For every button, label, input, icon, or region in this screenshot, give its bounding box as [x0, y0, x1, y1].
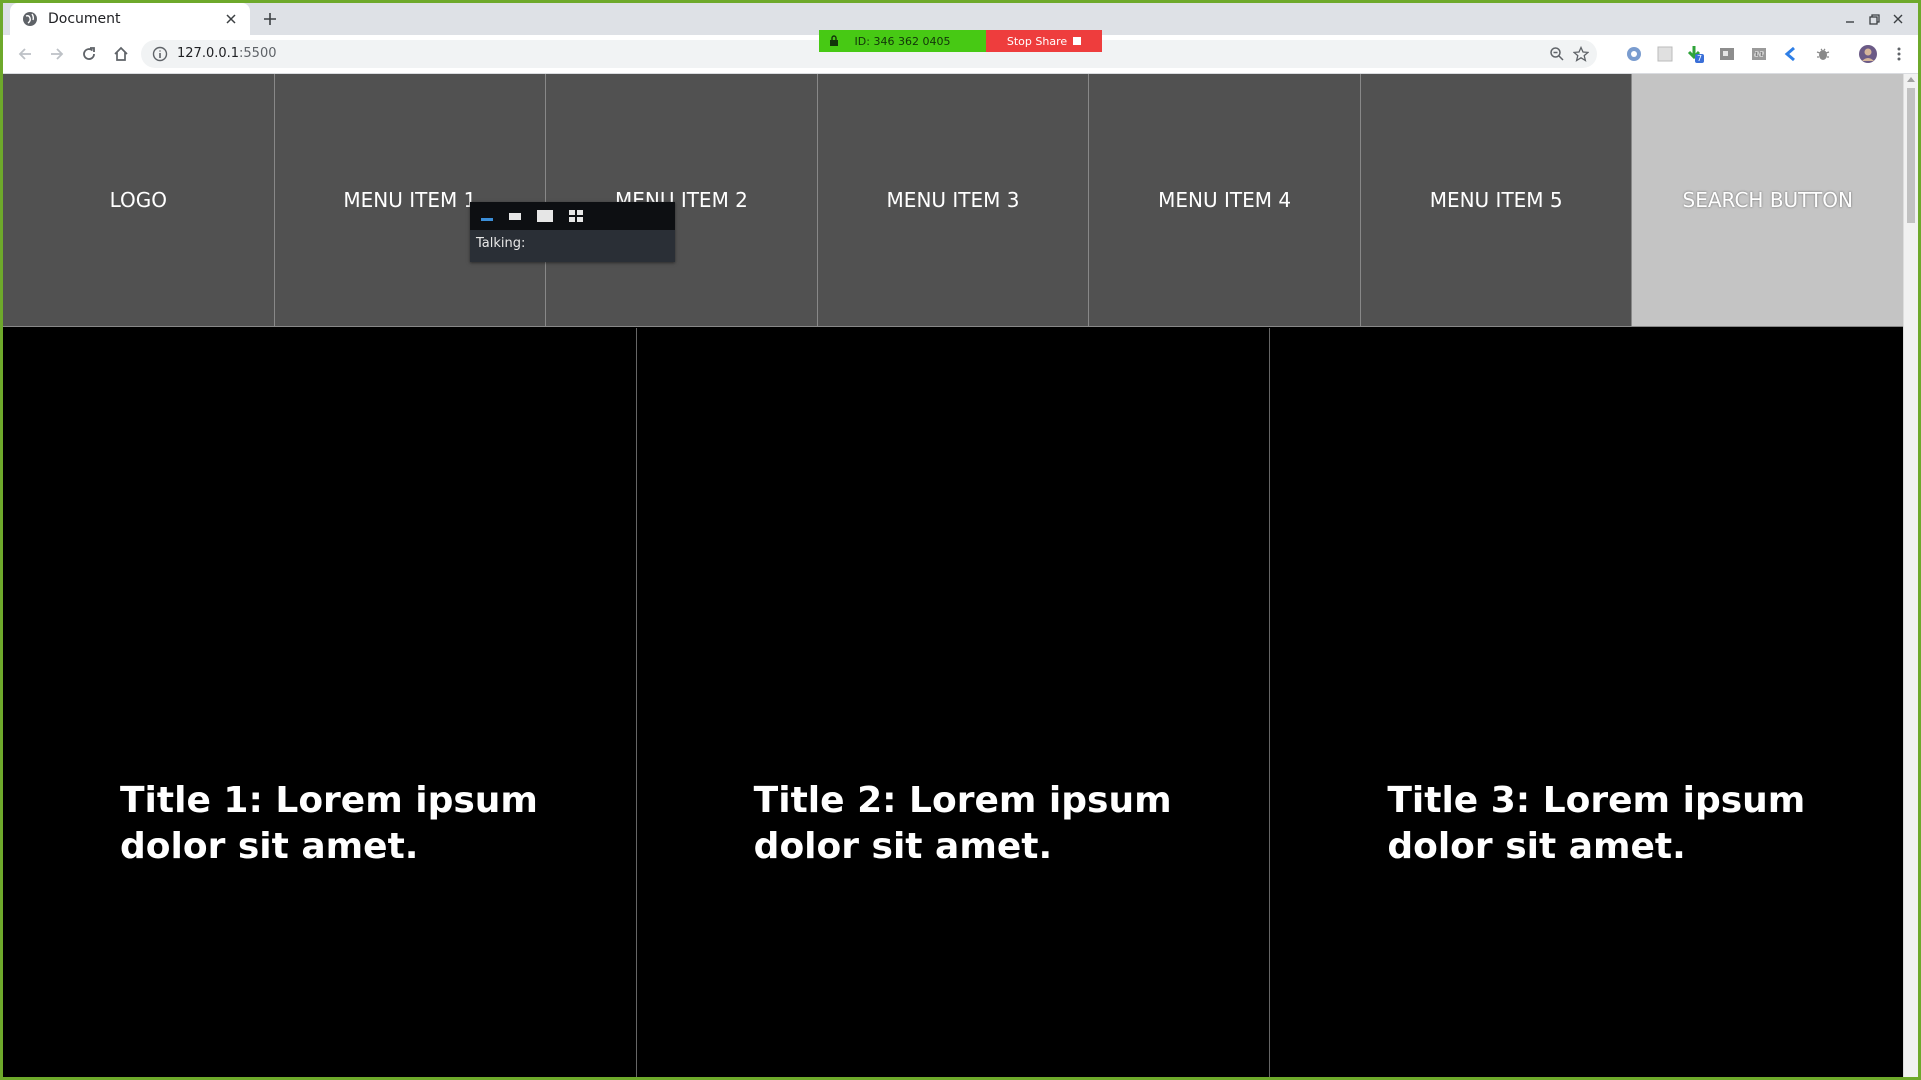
more-menu-icon[interactable]: [1889, 44, 1909, 64]
url-port: :5500: [239, 46, 277, 61]
minimize-view-icon[interactable]: [480, 210, 494, 222]
back-arrow-icon[interactable]: [13, 42, 37, 66]
share-id-label: ID: 346 362 0405: [854, 34, 951, 48]
grid-view-icon[interactable]: [568, 209, 584, 223]
minimize-icon[interactable]: [1838, 8, 1862, 30]
vertical-scrollbar[interactable]: [1903, 74, 1918, 1077]
menu-item-4[interactable]: MENU ITEM 4: [1089, 74, 1361, 327]
reload-icon[interactable]: [77, 42, 101, 66]
logo[interactable]: LOGO: [3, 74, 275, 327]
globe-icon: [23, 12, 37, 26]
lock-icon: [830, 35, 838, 46]
menu-item-1[interactable]: MENU ITEM 1: [274, 74, 547, 327]
card-title-1: Title 1: Lorem ipsum dolor sit amet.: [120, 780, 538, 867]
card-2: Title 2: Lorem ipsum dolor sit amet.: [636, 328, 1271, 1077]
extension-ss-icon[interactable]: [1749, 44, 1769, 64]
tab-title: Document: [48, 11, 121, 27]
talking-widget[interactable]: Talking:: [470, 202, 675, 262]
bookmark-star-icon[interactable]: [1573, 46, 1589, 62]
menu-item-5[interactable]: MENU ITEM 5: [1360, 74, 1633, 327]
search-button[interactable]: SEARCH BUTTON: [1632, 74, 1904, 327]
scroll-up-arrow-icon[interactable]: [1907, 77, 1915, 82]
card-title-3: Title 3: Lorem ipsum dolor sit amet.: [1387, 780, 1806, 867]
info-icon[interactable]: [152, 46, 168, 62]
stop-share-button[interactable]: Stop Share: [986, 30, 1102, 52]
stop-share-label: Stop Share: [1006, 34, 1068, 48]
extension-blue-arrow-icon[interactable]: [1781, 44, 1801, 64]
extension-badge: 7: [1695, 54, 1705, 63]
zoom-icon[interactable]: [1549, 46, 1565, 62]
home-icon[interactable]: [109, 42, 133, 66]
card-3: Title 3: Lorem ipsum dolor sit amet.: [1270, 328, 1904, 1077]
card-title-2: Title 2: Lorem ipsum dolor sit amet.: [753, 780, 1172, 867]
close-window-icon[interactable]: [1886, 8, 1910, 30]
menu-item-2[interactable]: MENU ITEM 2: [546, 74, 818, 327]
profile-avatar-icon[interactable]: [1858, 44, 1878, 64]
large-view-icon[interactable]: [536, 209, 554, 223]
talk-widget-toolbar: [470, 202, 675, 230]
restore-icon[interactable]: [1862, 8, 1886, 30]
nav-menu: LOGO MENU ITEM 1 MENU ITEM 2 MENU ITEM 3…: [3, 74, 1904, 327]
small-view-icon[interactable]: [508, 210, 522, 222]
screen-share-bar: ID: 346 362 0405 Stop Share: [819, 30, 1102, 52]
extension-grey-box-icon[interactable]: [1717, 44, 1737, 64]
extension-green-download-icon[interactable]: 7: [1684, 44, 1705, 64]
stop-square-icon: [1073, 37, 1082, 45]
close-tab-icon[interactable]: [220, 8, 242, 30]
scroll-thumb[interactable]: [1907, 88, 1915, 223]
card-row: Title 1: Lorem ipsum dolor sit amet. Tit…: [3, 328, 1904, 1077]
share-id-panel: ID: 346 362 0405: [819, 30, 986, 52]
forward-arrow-icon[interactable]: [45, 42, 69, 66]
browser-window: Document 127.0.0.1:5500 7 ID: 346 362 04…: [3, 3, 1918, 1077]
extension-bug-icon[interactable]: [1813, 44, 1833, 64]
url-text: 127.0.0.1:5500: [177, 46, 277, 61]
menu-item-3[interactable]: MENU ITEM 3: [817, 74, 1090, 327]
extension-blue-circle-icon[interactable]: [1624, 44, 1644, 64]
page-viewport: LOGO MENU ITEM 1 MENU ITEM 2 MENU ITEM 3…: [3, 74, 1918, 1077]
url-host: 127.0.0.1: [177, 46, 240, 61]
tab-document[interactable]: Document: [10, 3, 250, 35]
extension-grey-square-icon[interactable]: [1655, 44, 1675, 64]
talking-label: Talking:: [476, 236, 526, 251]
card-1: Title 1: Lorem ipsum dolor sit amet.: [3, 328, 637, 1077]
new-tab-icon[interactable]: [259, 8, 281, 30]
